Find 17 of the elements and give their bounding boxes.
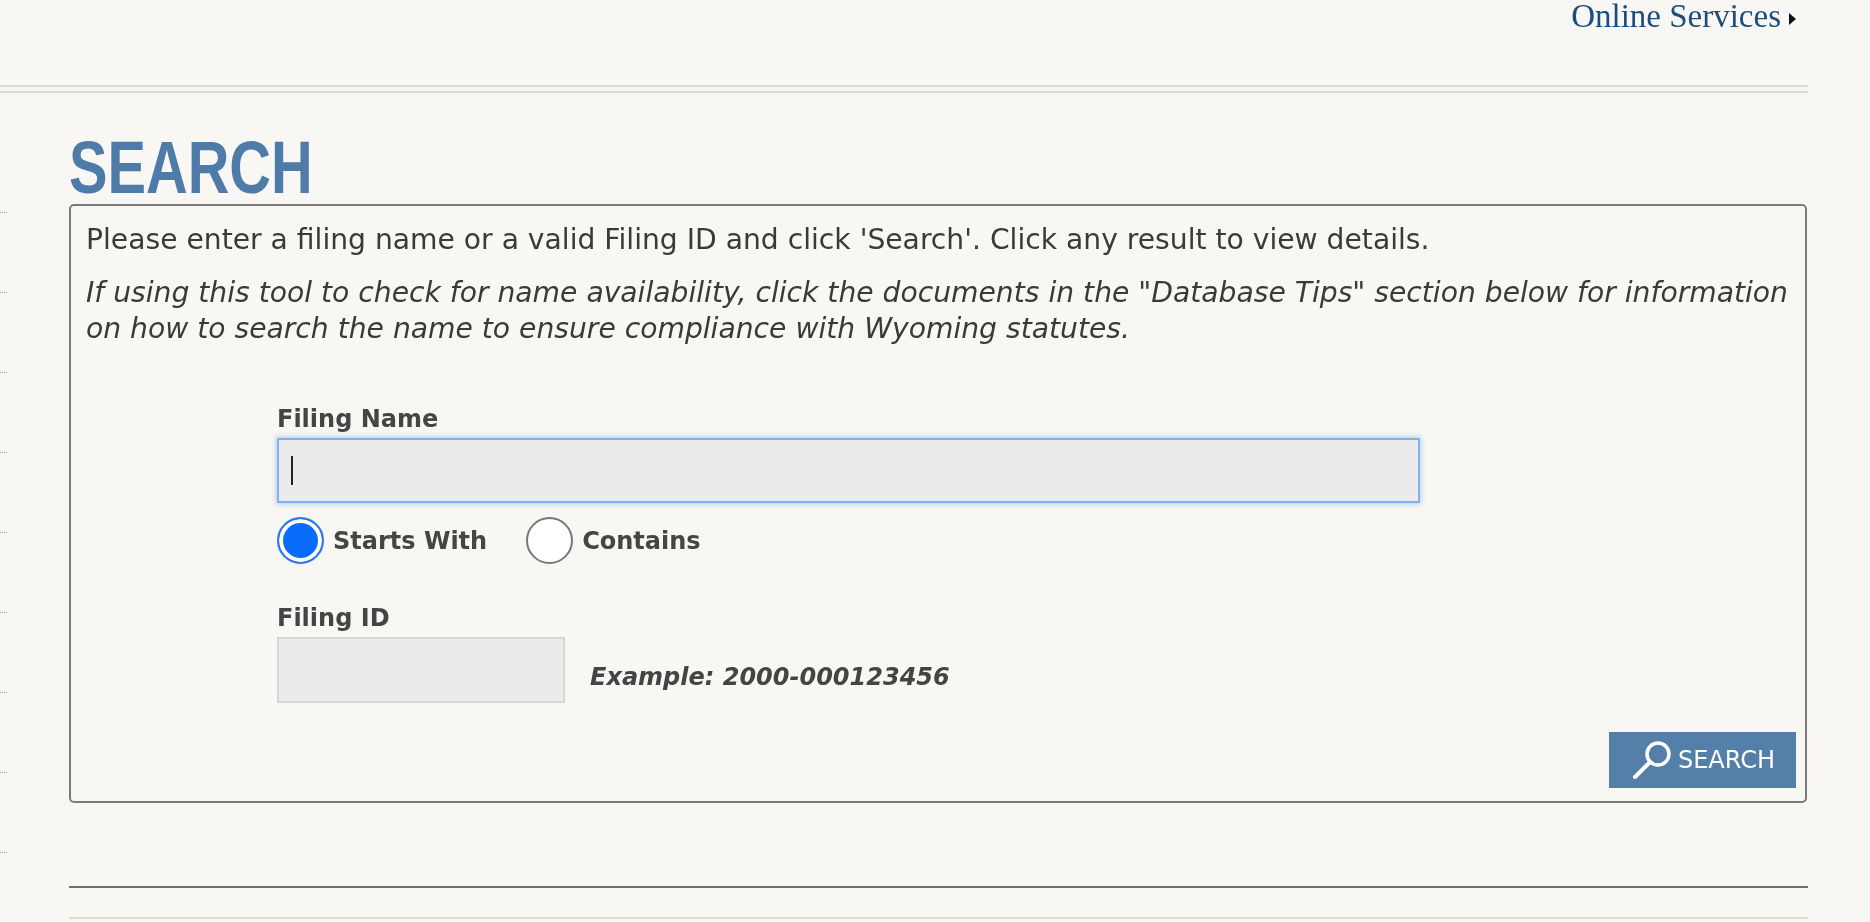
radio-button[interactable] <box>526 517 574 564</box>
intro-text: Please enter a filing name or a valid Filing ID and click 'Search'. Click any result to view details. <box>86 222 1431 258</box>
filing-name-field[interactable] <box>277 438 1420 503</box>
filing-id-field[interactable] <box>277 637 565 703</box>
page-title: SEARCH <box>69 132 313 204</box>
online-services-link[interactable]: Online Services <box>1571 0 1781 33</box>
field-label: Filing ID <box>277 604 390 632</box>
radio-label[interactable]: Starts With <box>333 526 488 555</box>
text-cursor-icon <box>291 456 293 485</box>
caret-icon <box>1789 13 1796 25</box>
search-button[interactable]: SEARCH <box>1608 732 1796 788</box>
radio-button[interactable] <box>277 517 324 564</box>
example-hint: Example: 2000-000123456 <box>590 663 950 691</box>
radio-label[interactable]: Contains <box>582 526 701 555</box>
note-text: If using this tool to check for name availability, click the documents in the "Database Tips" section below for information on how to search the name to ensure compliance with Wyoming statutes. <box>86 275 1789 347</box>
field-label: Filing Name <box>277 405 439 433</box>
search-icon <box>1630 740 1672 780</box>
